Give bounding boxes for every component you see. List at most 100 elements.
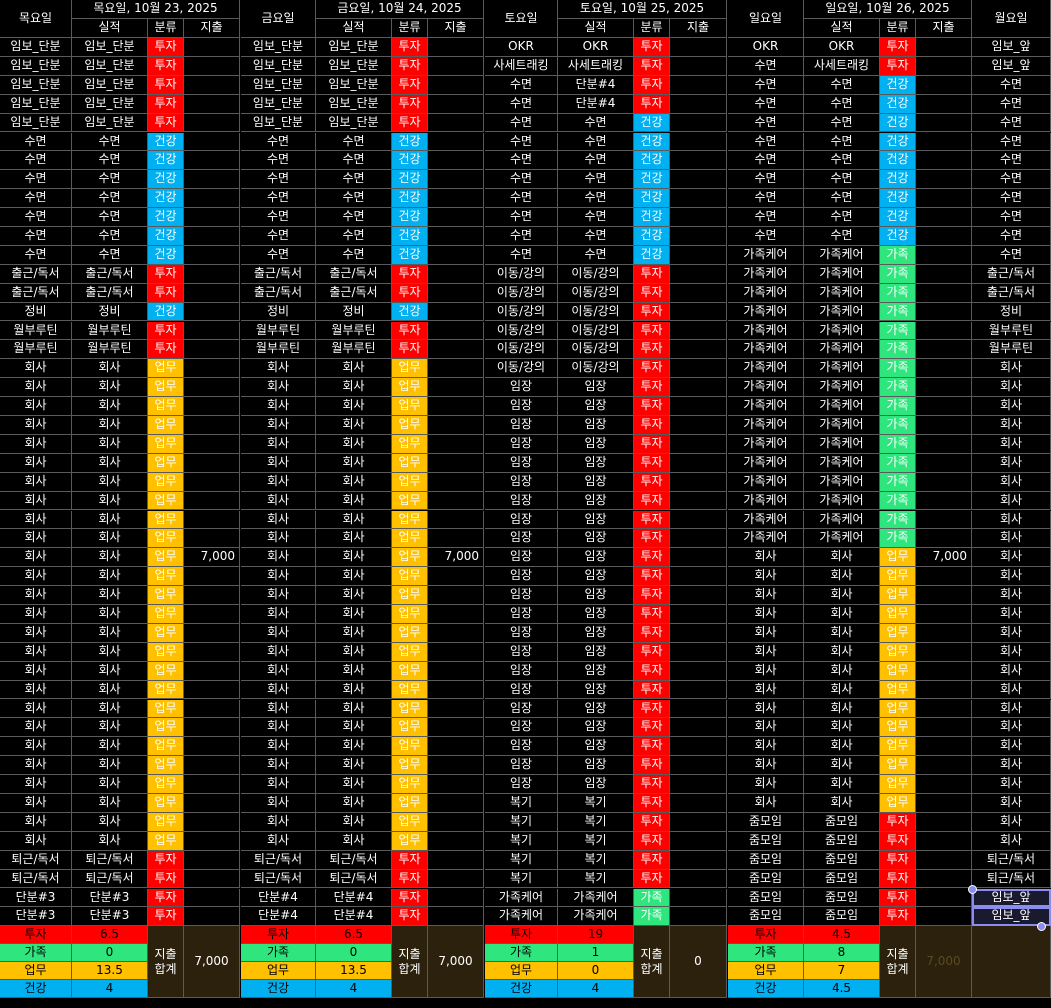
plan-cell[interactable]: 임장 <box>485 378 558 398</box>
actual-cell[interactable]: 회사 <box>804 623 880 643</box>
actual-cell[interactable]: 수면 <box>558 189 634 209</box>
actual-cell[interactable]: 임장 <box>558 397 634 416</box>
expense-cell[interactable] <box>916 680 972 700</box>
plan-cell[interactable]: 정비 <box>241 302 316 322</box>
expense-cell[interactable] <box>916 264 972 284</box>
expense-cell[interactable] <box>428 888 484 908</box>
category-cell[interactable]: 투자 <box>634 510 670 530</box>
category-cell[interactable]: 투자 <box>148 75 184 95</box>
category-cell[interactable]: 투자 <box>634 38 670 57</box>
plan-cell[interactable]: 회사 <box>972 812 1051 832</box>
expense-cell[interactable] <box>670 605 727 624</box>
category-cell[interactable]: 업무 <box>392 416 428 435</box>
category-cell[interactable]: 투자 <box>634 434 670 454</box>
expense-cell[interactable] <box>184 831 240 851</box>
expense-cell[interactable] <box>184 491 240 511</box>
expense-cell[interactable] <box>428 113 484 133</box>
actual-cell[interactable]: 단분#4 <box>558 94 634 114</box>
plan-cell[interactable]: 가족케어 <box>728 472 804 492</box>
category-cell[interactable]: 건강 <box>634 208 670 227</box>
expense-cell[interactable] <box>184 642 240 662</box>
category-cell[interactable]: 업무 <box>880 699 916 719</box>
actual-cell[interactable]: 수면 <box>72 189 148 209</box>
plan-cell[interactable]: 회사 <box>972 737 1051 757</box>
plan-cell[interactable]: 줌모임 <box>728 831 804 851</box>
plan-cell[interactable]: 회사 <box>0 699 72 719</box>
actual-cell[interactable]: 수면 <box>316 245 392 265</box>
expense-cell[interactable] <box>428 491 484 511</box>
category-cell[interactable]: 업무 <box>148 472 184 492</box>
plan-cell[interactable]: 수면 <box>241 245 316 265</box>
actual-cell[interactable]: 임장 <box>558 567 634 587</box>
actual-cell[interactable]: 복기 <box>558 812 634 832</box>
actual-cell[interactable]: 가족케어 <box>804 359 880 379</box>
actual-cell[interactable]: 복기 <box>558 869 634 889</box>
actual-cell[interactable]: 회사 <box>72 737 148 757</box>
summary-hours-value[interactable]: 0 <box>72 944 148 963</box>
expense-column-header[interactable]: 지출 <box>428 19 484 38</box>
plan-cell[interactable]: 임장 <box>485 605 558 624</box>
actual-cell[interactable]: 수면 <box>72 151 148 171</box>
category-cell[interactable]: 건강 <box>880 189 916 209</box>
expense-cell[interactable] <box>184 378 240 398</box>
expense-cell[interactable] <box>916 340 972 360</box>
plan-cell[interactable]: 수면 <box>728 113 804 133</box>
summary-category-label[interactable]: 건강 <box>241 980 316 999</box>
actual-cell[interactable]: 출근/독서 <box>316 264 392 284</box>
plan-cell[interactable]: 수면 <box>485 189 558 209</box>
plan-cell[interactable]: 수면 <box>728 151 804 171</box>
category-cell[interactable]: 가족 <box>880 378 916 398</box>
actual-cell[interactable]: 수면 <box>316 208 392 227</box>
plan-cell[interactable]: 가족케어 <box>728 245 804 265</box>
actual-cell[interactable]: 회사 <box>72 623 148 643</box>
actual-cell[interactable]: 임장 <box>558 642 634 662</box>
expense-cell[interactable] <box>670 397 727 416</box>
category-cell[interactable]: 투자 <box>880 812 916 832</box>
plan-cell[interactable]: 수면 <box>0 208 72 227</box>
summary-category-label[interactable]: 업무 <box>0 962 72 981</box>
actual-cell[interactable]: 수면 <box>804 94 880 114</box>
expense-cell[interactable] <box>916 699 972 719</box>
expense-cell[interactable] <box>670 340 727 360</box>
actual-cell[interactable]: 월부루틴 <box>72 340 148 360</box>
actual-cell[interactable]: 회사 <box>316 756 392 776</box>
plan-cell[interactable]: 회사 <box>972 529 1051 549</box>
plan-cell[interactable]: 회사 <box>241 510 316 530</box>
actual-cell[interactable]: 수면 <box>316 132 392 152</box>
plan-cell[interactable]: 임보_단분 <box>241 38 316 57</box>
expense-cell[interactable] <box>670 416 727 435</box>
actual-cell[interactable]: 회사 <box>72 397 148 416</box>
plan-cell[interactable]: 수면 <box>972 113 1051 133</box>
plan-cell[interactable]: 회사 <box>972 359 1051 379</box>
plan-cell[interactable]: 회사 <box>241 642 316 662</box>
plan-cell[interactable]: 회사 <box>728 718 804 738</box>
plan-cell[interactable]: 회사 <box>241 359 316 379</box>
expense-cell[interactable] <box>670 510 727 530</box>
plan-cell[interactable]: 수면 <box>972 132 1051 152</box>
summary-category-label[interactable]: 투자 <box>0 926 72 945</box>
plan-cell[interactable]: 회사 <box>728 699 804 719</box>
summary-category-label[interactable]: 건강 <box>0 980 72 999</box>
plan-cell[interactable]: 회사 <box>972 472 1051 492</box>
category-cell[interactable]: 투자 <box>880 850 916 870</box>
actual-cell[interactable]: 단분#4 <box>558 75 634 95</box>
expense-cell[interactable] <box>916 794 972 813</box>
expense-column-header[interactable]: 지출 <box>916 19 972 38</box>
plan-cell[interactable]: 이동/강의 <box>485 359 558 379</box>
plan-cell[interactable]: 수면 <box>0 245 72 265</box>
expense-cell[interactable] <box>670 302 727 322</box>
category-cell[interactable]: 투자 <box>392 888 428 908</box>
actual-cell[interactable]: 수면 <box>558 170 634 190</box>
category-cell[interactable]: 투자 <box>634 75 670 95</box>
plan-cell[interactable]: 가족케어 <box>728 397 804 416</box>
expense-cell[interactable] <box>428 416 484 435</box>
plan-cell[interactable]: 복기 <box>485 794 558 813</box>
plan-cell[interactable]: 수면 <box>485 170 558 190</box>
category-cell[interactable]: 건강 <box>392 132 428 152</box>
plan-cell[interactable]: 회사 <box>0 794 72 813</box>
actual-cell[interactable]: 줌모임 <box>804 907 880 927</box>
actual-cell[interactable]: 이동/강의 <box>558 321 634 341</box>
actual-cell[interactable]: 임장 <box>558 605 634 624</box>
plan-cell[interactable]: 이동/강의 <box>485 321 558 341</box>
plan-cell[interactable]: 복기 <box>485 850 558 870</box>
